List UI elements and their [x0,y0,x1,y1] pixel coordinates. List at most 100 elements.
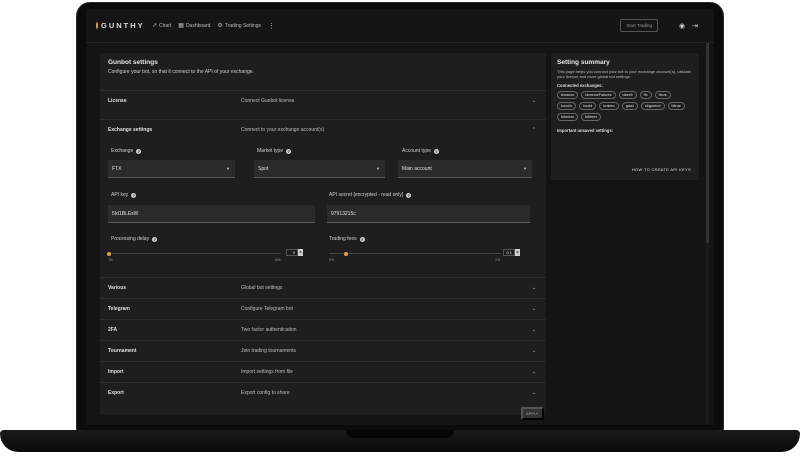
chevron-down-icon: ⌄ [531,98,536,104]
summary-title: Setting summary [557,59,610,66]
more-vertical-icon[interactable]: ⋮ [268,22,275,30]
how-to-create-api-keys-link[interactable]: HOW TO CREATE API KEYS [632,167,691,172]
api-secret-input[interactable]: 97913215c [327,205,530,223]
trading-fees-slider[interactable] [329,253,501,254]
row-2fa-label: 2FA [108,327,118,333]
processing-delay-input[interactable]: 0 [286,249,298,256]
caret-down-icon: ▼ [523,166,527,171]
scrollbar-thumb[interactable] [706,43,709,243]
start-trading-button[interactable]: Start Trading [620,19,659,32]
account-type-label-text: Account type [402,148,431,154]
market-type-label-text: Market type [257,148,284,154]
chart-line-icon: ↗ [152,23,158,29]
settings-panel: Gunbot settings Configure your bot, so t… [100,53,546,420]
exchange-chips: binance binanceFutures okex5 ftx ftxus kucoin… [557,91,693,124]
row-export[interactable]: Export Export config to share ⌄ [100,382,546,403]
api-key-value: 5Id1BLEsW [112,210,139,217]
row-telegram-desc: Configure Telegram bot [241,306,293,312]
exchange-chip: kucoin [557,102,576,110]
row-various-label: Various [108,285,127,291]
nav-chart-label: Chart [159,22,172,29]
row-2fa[interactable]: 2FA Two factor authentication ⌄ [100,319,546,340]
row-exchange-settings-desc: Connect to your exchange account(s) [241,127,325,133]
row-tournament[interactable]: Tournament Join trading tournaments ⌄ [100,340,546,361]
row-telegram[interactable]: Telegram Configure Telegram bot ⌄ [100,298,546,319]
row-exchange-settings[interactable]: Exchange settings Connect to your exchan… [100,119,546,140]
exchange-chip: gdax [621,102,638,110]
stepper-icon[interactable]: ≑ [515,249,520,256]
caret-down-icon: ▼ [376,166,380,171]
account-type-select-value: Main account [402,165,432,172]
exchange-select-value: FTX [112,165,122,172]
row-license-desc: Connect Gunbot license [241,98,295,104]
setting-summary-panel: Setting summary This page helps you conn… [551,53,699,180]
processing-delay-label-text: Processing delay [111,236,150,242]
logout-icon[interactable]: ⇥ [692,22,698,30]
row-tournament-label: Tournament [108,348,137,354]
stepper-icon[interactable]: ≑ [298,249,303,256]
nav-dashboard-label: Dashboard [185,22,211,29]
help-icon[interactable]: ? [152,236,158,242]
exchange-chip: binanceFutures [581,91,616,99]
row-various-desc: Global bot settings [241,285,283,291]
trading-fees-slider-thumb[interactable] [344,251,349,256]
top-bar-actions: Start Trading ◉ ⇥ [620,19,698,32]
summary-text: This page helps you connect your bot to … [557,69,692,79]
row-tournament-desc: Join trading tournaments [241,348,297,354]
row-license[interactable]: License Connect Gunbot license ⌄ [100,90,546,111]
top-bar: GUNTHY ↗ Chart ▦ Dashboard ⚙ Trading Set… [86,9,714,43]
trading-fees-input[interactable]: 0.1 [503,249,515,256]
row-import[interactable]: Import Import settings from file ⌄ [100,361,546,382]
exchange-chip: kraken [599,102,619,110]
help-icon[interactable]: ? [131,192,137,198]
help-icon[interactable]: ? [136,148,142,154]
chevron-down-icon: ⌄ [531,327,536,333]
apply-button[interactable]: APPLY [521,407,544,420]
nav-trading-settings[interactable]: ⚙ Trading Settings [217,22,262,30]
row-import-desc: Import settings from file [241,369,293,375]
top-nav: ↗ Chart ▦ Dashboard ⚙ Trading Settings ⋮ [152,22,275,30]
api-key-label-text: API key [111,192,129,198]
unsaved-settings-label: Important unsaved settings: [557,128,614,133]
help-icon[interactable]: ? [433,148,439,154]
logo-icon [96,22,98,29]
settings-header: Gunbot settings Configure your bot, so t… [108,59,254,75]
api-key-input[interactable]: 5Id1BLEsW [108,205,315,223]
caret-down-icon: ▼ [226,166,230,171]
exchange-chip: ftxus [654,91,671,99]
processing-delay-label: Processing delay ? [111,236,158,242]
trading-fees-label-text: Trading fees [329,236,357,242]
help-icon[interactable]: ? [406,192,412,198]
nav-trading-settings-label: Trading Settings [224,22,262,29]
api-secret-label-text: API secret [encrypted - read only] [329,192,404,198]
api-secret-value: 97913215c [331,210,356,217]
help-icon[interactable]: ? [286,148,292,154]
dashboard-icon: ▦ [178,23,184,29]
nav-chart[interactable]: ↗ Chart [152,22,172,30]
account-type-label: Account type ? [402,148,439,154]
account-type-select[interactable]: Main account ▼ [398,160,532,178]
page-subtitle: Configure your bot, so that it connect t… [108,69,254,75]
help-icon[interactable]: ? [359,236,365,242]
market-type-select-value: Spot [258,165,269,172]
row-license-label: License [108,98,127,104]
logo[interactable]: GUNTHY [96,21,144,30]
exchange-select[interactable]: FTX ▼ [108,160,235,178]
nav-dashboard[interactable]: ▦ Dashboard [178,22,211,30]
account-circle-icon[interactable]: ◉ [679,22,685,30]
row-various[interactable]: Various Global bot settings ⌄ [100,277,546,298]
exchange-chip: binance [557,91,579,99]
gear-icon: ⚙ [217,23,223,29]
exchange-chip: huobi [578,102,597,110]
processing-delay-slider[interactable] [109,253,281,254]
processing-delay-slider-thumb[interactable] [107,251,111,256]
row-export-label: Export [108,390,124,396]
processing-delay-max: 60s [275,258,281,262]
market-type-select[interactable]: Spot ▼ [254,160,385,178]
exchange-label-text: Exchange [111,148,134,154]
processing-delay-min: 0s [109,258,113,262]
trading-fees-label: Trading fees ? [329,236,365,242]
row-exchange-settings-label: Exchange settings [108,127,153,133]
chevron-up-icon: ⌃ [531,127,536,133]
exchange-chip: ftx [639,91,652,99]
